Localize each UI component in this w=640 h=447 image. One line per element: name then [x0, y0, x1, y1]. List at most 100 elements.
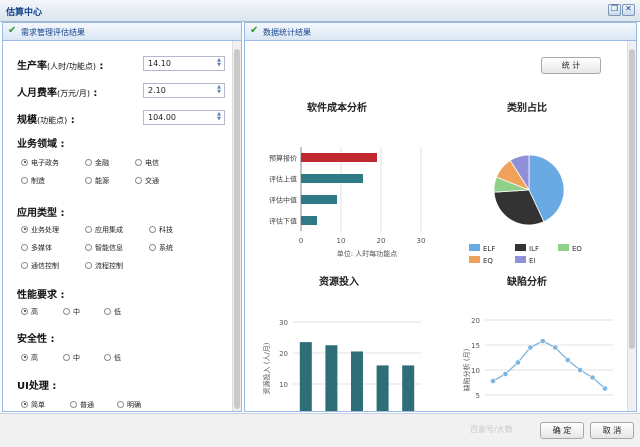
- confirm-button[interactable]: 确 定: [540, 422, 584, 439]
- resource-y-tick-label: 10: [279, 381, 288, 389]
- defect-point: [490, 378, 496, 384]
- cost-rate-label: 人月费率(万元/月) :: [17, 88, 98, 99]
- resource-y-axis-label: 资源投入 (人/月): [262, 342, 271, 394]
- radio-performance-high[interactable]: 高: [21, 307, 38, 317]
- requirements-panel: ✔ 需求管理评估结果 生产率(人时/功能点) : 14.10 ▲ ▼ 人月费率(万…: [2, 22, 242, 412]
- left-panel-scrollbar[interactable]: [232, 41, 241, 411]
- radio-app-process-control[interactable]: 流程控制: [85, 261, 123, 271]
- cost-category-label: 预算报价: [269, 154, 297, 163]
- business-domain-label: 业务领域 :: [17, 139, 65, 150]
- check-icon: ✔: [250, 25, 259, 36]
- defect-y-tick-label: 10: [471, 367, 480, 375]
- pie-legend-label: ILF: [529, 245, 539, 253]
- dialog-footer: 百家号/大数 确 定 取 消: [0, 413, 640, 447]
- requirements-panel-header: ✔ 需求管理评估结果: [3, 23, 241, 41]
- pie-legend-swatch: [515, 256, 526, 263]
- cost-category-label: 评估中值: [269, 196, 297, 205]
- defect-point: [502, 371, 509, 377]
- resource-y-tick-label: 20: [279, 350, 288, 358]
- spinner-icon[interactable]: ▲ ▼: [215, 58, 223, 69]
- cost-bar: [301, 195, 337, 204]
- resource-y-tick-label: 30: [279, 319, 288, 327]
- pie-legend-swatch: [469, 256, 480, 263]
- check-icon: ✔: [8, 25, 17, 36]
- pie-legend-label: EO: [572, 245, 582, 253]
- spinner-icon[interactable]: ▲ ▼: [215, 112, 223, 123]
- ui-processing-label: UI处理 :: [17, 381, 57, 392]
- radio-app-business[interactable]: 业务处理: [21, 225, 59, 235]
- resource-bar: [402, 365, 415, 411]
- radio-app-science[interactable]: 科技: [149, 225, 173, 235]
- defect-point: [602, 385, 608, 392]
- cancel-button[interactable]: 取 消: [590, 422, 634, 439]
- pie-legend-swatch: [469, 244, 480, 251]
- watermark-text: 百家号/大数: [470, 425, 513, 434]
- performance-label: 性能要求 :: [17, 290, 65, 301]
- radio-performance-low[interactable]: 低: [104, 307, 121, 317]
- radio-business-finance[interactable]: 金融: [85, 158, 109, 168]
- charts-canvas: 0 10 20 30 预算报价评估上值评估中值评估下值单位: 人时每功能点 ELF ILF E…: [262, 147, 613, 411]
- app-type-label: 应用类型 :: [17, 208, 65, 219]
- cost-bar: [301, 174, 363, 183]
- defect-point: [589, 374, 596, 381]
- pie-legend-swatch: [515, 244, 526, 251]
- window-title: 估算中心: [6, 8, 43, 18]
- pie-legend-label: EI: [529, 257, 536, 265]
- resource-bar: [376, 365, 389, 411]
- radio-performance-medium[interactable]: 中: [63, 307, 80, 317]
- defect-point: [564, 357, 571, 363]
- spinner-icon[interactable]: ▲ ▼: [215, 85, 223, 96]
- restore-icon[interactable]: ❐: [608, 4, 621, 16]
- radio-business-transport[interactable]: 交通: [135, 176, 159, 186]
- radio-app-comm-control[interactable]: 通信控制: [21, 261, 59, 271]
- radio-app-integration[interactable]: 应用集成: [85, 225, 123, 235]
- cost-x-tick-label: 20: [377, 237, 386, 245]
- radio-ui-normal[interactable]: 普通: [70, 400, 94, 410]
- radio-app-system[interactable]: 系统: [149, 243, 173, 253]
- scrollbar-thumb[interactable]: [629, 49, 635, 349]
- pie-legend-label: ELF: [483, 245, 495, 253]
- cost-category-label: 评估上值: [269, 175, 297, 184]
- requirements-panel-title: 需求管理评估结果: [21, 28, 85, 37]
- pie-legend-label: EQ: [483, 257, 493, 265]
- radio-business-energy[interactable]: 能源: [85, 176, 109, 186]
- radio-ui-clear[interactable]: 明确: [117, 400, 141, 410]
- window-titlebar: 估算中心 ❐ ✕: [0, 0, 640, 22]
- cost-x-tick-label: 0: [299, 237, 303, 245]
- radio-security-high[interactable]: 高: [21, 353, 38, 363]
- defect-point: [514, 359, 521, 366]
- radio-app-multimedia[interactable]: 多媒体: [21, 243, 52, 253]
- close-icon[interactable]: ✕: [622, 4, 635, 16]
- defect-y-tick-label: 5: [476, 392, 480, 400]
- radio-security-medium[interactable]: 中: [63, 353, 80, 363]
- radio-business-telecom[interactable]: 电信: [135, 158, 159, 168]
- resource-bar: [325, 345, 338, 411]
- size-label: 规模(功能点) :: [17, 115, 75, 126]
- radio-ui-simple[interactable]: 简单: [21, 400, 45, 410]
- scrollbar-thumb[interactable]: [234, 49, 240, 409]
- radio-business-manufacturing[interactable]: 制造: [21, 176, 45, 186]
- cost-category-label: 评估下值: [269, 217, 297, 226]
- cost-bar: [301, 216, 317, 225]
- defect-y-tick-label: 20: [471, 317, 480, 325]
- cost-bar: [301, 153, 377, 162]
- right-panel-scrollbar[interactable]: [627, 41, 636, 411]
- cost-x-tick-label: 30: [417, 237, 426, 245]
- pie-legend-swatch: [558, 244, 569, 251]
- defect-point: [577, 367, 584, 373]
- size-field[interactable]: 104.00 ▲ ▼: [143, 110, 225, 125]
- cost-x-tick-label: 10: [337, 237, 346, 245]
- resource-bar: [299, 342, 312, 411]
- statistics-panel: ✔ 数据统计结果 统 计 软件成本分析 类别占比 资源投入 缺陷分析 0 10 20…: [244, 22, 637, 412]
- radio-app-intelligent[interactable]: 智能信息: [85, 243, 123, 253]
- productivity-label: 生产率(人时/功能点) :: [17, 61, 104, 72]
- cost-x-axis-label: 单位: 人时每功能点: [337, 249, 398, 258]
- productivity-field[interactable]: 14.10 ▲ ▼: [143, 56, 225, 71]
- radio-business-e-gov[interactable]: 电子政务: [21, 158, 59, 168]
- defect-point: [552, 344, 559, 351]
- defect-line: [492, 340, 606, 389]
- statistics-panel-title: 数据统计结果: [263, 28, 311, 37]
- radio-security-low[interactable]: 低: [104, 353, 121, 363]
- resource-bar: [351, 351, 363, 411]
- cost-rate-field[interactable]: 2.10 ▲ ▼: [143, 83, 225, 98]
